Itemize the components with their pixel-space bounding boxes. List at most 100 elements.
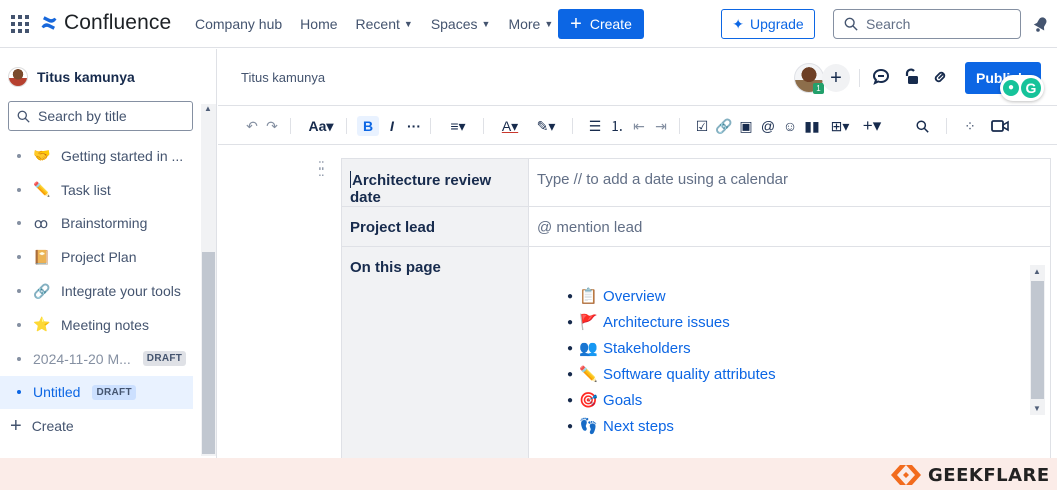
emoji-icon[interactable]: ☺	[782, 116, 798, 136]
add-collaborator-button[interactable]: +	[822, 64, 850, 92]
ai-assist-icon[interactable]: ⁘	[962, 116, 978, 136]
scroll-up-arrow-icon[interactable]: ▲	[204, 104, 212, 113]
alignment-icon[interactable]: ≡▾	[444, 116, 472, 136]
sidebar-item-integrate-tools[interactable]: 🔗 Integrate your tools	[0, 274, 193, 308]
nav-label: Recent	[355, 16, 400, 32]
sidebar-item-label: Getting started in ...	[61, 147, 184, 164]
nav-more[interactable]: More ▼	[499, 0, 562, 48]
divider	[946, 118, 947, 134]
video-icon[interactable]	[990, 116, 1010, 136]
grammarly-widget[interactable]: ● G	[1000, 75, 1044, 101]
search-placeholder: Search	[866, 16, 911, 32]
sparkle-icon: ✦	[732, 15, 745, 32]
date-input-cell[interactable]: Type // to add a date using a calendar	[528, 158, 1051, 207]
cell-placeholder: @ mention lead	[537, 219, 643, 236]
image-icon[interactable]: ▣	[738, 116, 754, 136]
notebook-icon: 📔	[33, 248, 51, 265]
task-checkbox-icon[interactable]: ☑	[694, 116, 710, 136]
layout-columns-icon[interactable]: ▮▮	[804, 116, 820, 136]
sidebar-search-input[interactable]: Search by title	[8, 101, 193, 131]
insert-more-icon[interactable]: +▾	[858, 116, 886, 136]
comment-icon[interactable]	[871, 67, 891, 87]
indent-icon[interactable]: ⇥	[653, 116, 669, 136]
handshake-icon: 🤝	[33, 147, 51, 164]
outdent-icon[interactable]: ⇤	[631, 116, 647, 136]
sidebar-item-brainstorming[interactable]: ꝏ Brainstorming	[0, 207, 193, 241]
undo-icon[interactable]: ↶	[244, 116, 260, 136]
divider	[430, 118, 431, 134]
nav-home[interactable]: Home	[291, 0, 346, 48]
sidebar-create-button[interactable]: + Create	[0, 409, 193, 443]
sidebar-scrollbar[interactable]: ▲	[201, 104, 216, 456]
toc-item[interactable]: ● 🎯 Goals	[567, 387, 1042, 413]
bullet-list-icon[interactable]: ☰	[587, 116, 603, 136]
toc-item[interactable]: ● ✏️ Software quality attributes	[567, 361, 1042, 387]
sidebar-item-meeting-draft[interactable]: 2024-11-20 M... DRAFT	[0, 342, 193, 376]
restrictions-lock-icon[interactable]	[901, 67, 921, 87]
nav-menu: Company hub Home Recent ▼ Spaces ▼ More ▼	[195, 0, 562, 48]
toc-link[interactable]: Goals	[603, 392, 642, 409]
toc-link[interactable]: Stakeholders	[603, 340, 691, 357]
text-style-icon[interactable]: Aa▾	[306, 116, 336, 136]
sidebar-item-task-list[interactable]: ✏️ Task list	[0, 173, 193, 207]
more-formatting-icon[interactable]: ···	[406, 116, 422, 136]
scrollbar-thumb[interactable]	[202, 252, 215, 454]
mention-icon[interactable]: @	[760, 116, 776, 136]
create-button[interactable]: + Create	[558, 9, 644, 39]
sidebar-item-untitled[interactable]: Untitled DRAFT	[0, 375, 193, 410]
bold-icon[interactable]: B	[357, 116, 379, 136]
sidebar-item-label: Untitled	[33, 384, 81, 401]
confluence-logo[interactable]: Confluence	[40, 11, 171, 35]
find-icon[interactable]	[914, 116, 930, 136]
redo-icon[interactable]: ↷	[264, 116, 280, 136]
nav-spaces[interactable]: Spaces ▼	[422, 0, 500, 48]
bullet: ●	[567, 368, 574, 380]
toc-item[interactable]: ● 👣 Next steps	[567, 413, 1042, 439]
table-icon[interactable]: ⊞▾	[826, 116, 854, 136]
space-header[interactable]: Titus kamunya	[8, 67, 135, 87]
table-row: Architecture review date Type // to add …	[341, 158, 1051, 207]
toc-link[interactable]: Overview	[603, 288, 666, 305]
toc-link[interactable]: Next steps	[603, 418, 674, 435]
notifications-bell-icon[interactable]	[1031, 14, 1051, 34]
italic-icon[interactable]: I	[384, 116, 400, 136]
toc-scrollbar[interactable]: ▲ ▼	[1030, 265, 1045, 415]
cell-placeholder: Type // to add a date using a calendar	[537, 171, 789, 188]
divider	[290, 118, 291, 134]
table-header-cell[interactable]: On this page	[341, 246, 529, 465]
sidebar-item-meeting-notes[interactable]: ⭐ Meeting notes	[0, 308, 193, 342]
scrollbar-thumb[interactable]	[1031, 281, 1044, 399]
mention-input-cell[interactable]: @ mention lead	[528, 206, 1051, 247]
toc-link[interactable]: Software quality attributes	[603, 366, 776, 383]
upgrade-button[interactable]: ✦ Upgrade	[721, 9, 815, 39]
nav-company-hub[interactable]: Company hub	[195, 0, 291, 48]
toc-item[interactable]: ● 👥 Stakeholders	[567, 335, 1042, 361]
page-tree: 🤝 Getting started in ... ✏️ Task list ꝏ …	[0, 139, 193, 443]
bullet: ●	[567, 290, 574, 302]
toc-item[interactable]: ● 📋 Overview	[567, 283, 1042, 309]
drag-handle-icon[interactable]: ⁚⁚ ⁚⁚	[318, 160, 325, 178]
breadcrumb[interactable]: Titus kamunya	[241, 70, 325, 85]
search-input[interactable]: Search	[833, 9, 1021, 39]
scroll-up-arrow-icon[interactable]: ▲	[1033, 267, 1041, 276]
sidebar-item-project-plan[interactable]: 📔 Project Plan	[0, 240, 193, 274]
sidebar-item-label: Meeting notes	[61, 316, 149, 333]
app-switcher-icon[interactable]	[11, 15, 29, 33]
table-of-contents-cell[interactable]: ● 📋 Overview ● 🚩 Architecture issues ● 👥…	[528, 246, 1051, 465]
sidebar-item-getting-started[interactable]: 🤝 Getting started in ...	[0, 139, 193, 173]
toc-item[interactable]: ● 🚩 Architecture issues	[567, 309, 1042, 335]
text-color-icon[interactable]: A▾	[496, 116, 524, 136]
table-row: Project lead @ mention lead	[341, 206, 1051, 247]
nav-recent[interactable]: Recent ▼	[347, 0, 422, 48]
sidebar-create-label: Create	[31, 418, 74, 435]
table-header-cell[interactable]: Architecture review date	[341, 158, 529, 207]
toc-link[interactable]: Architecture issues	[603, 314, 730, 331]
scroll-down-arrow-icon[interactable]: ▼	[1033, 404, 1041, 413]
numbered-list-icon[interactable]: ⒈	[609, 116, 625, 136]
chevron-down-icon: ▼	[544, 19, 554, 29]
table-header-cell[interactable]: Project lead	[341, 206, 529, 247]
highlight-icon[interactable]: ✎▾	[532, 116, 560, 136]
copy-link-icon[interactable]	[930, 67, 950, 87]
link-icon[interactable]: 🔗	[715, 116, 732, 136]
bullet	[17, 255, 21, 260]
